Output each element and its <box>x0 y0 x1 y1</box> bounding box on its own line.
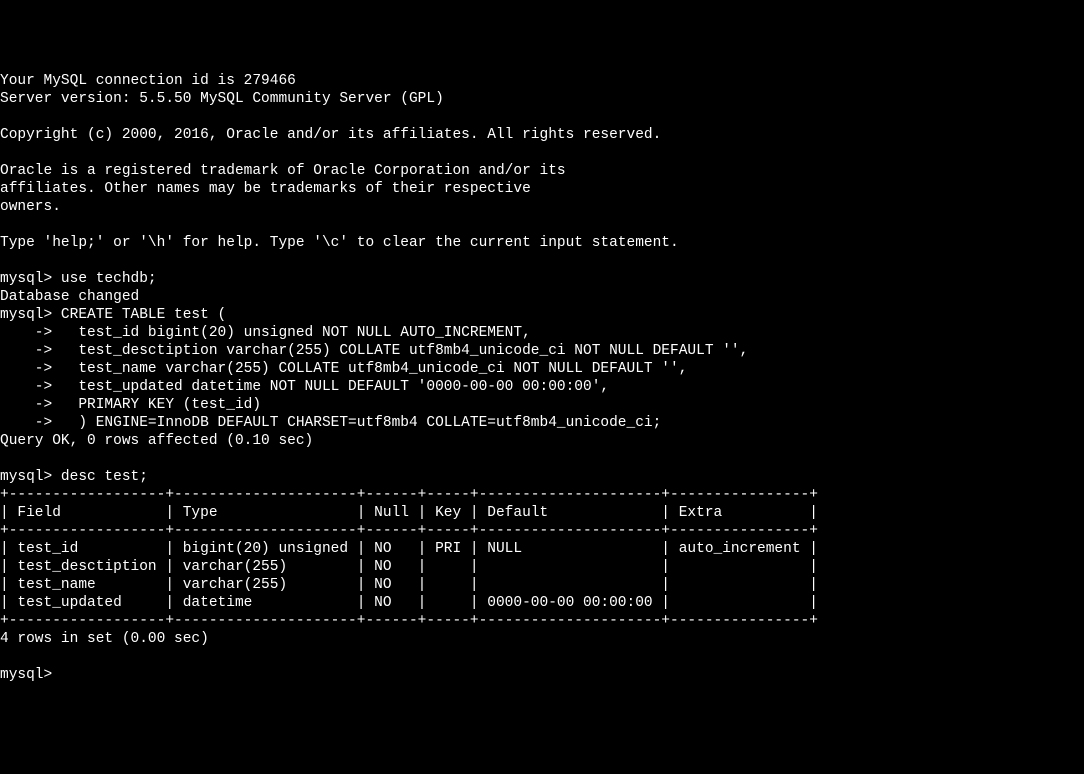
terminal-line: | Field | Type | Null | Key | Default | … <box>0 504 1084 522</box>
terminal-line: +------------------+--------------------… <box>0 522 1084 540</box>
terminal-line: mysql> <box>0 666 1084 684</box>
terminal-line: -> test_id bigint(20) unsigned NOT NULL … <box>0 324 1084 342</box>
terminal-line: +------------------+--------------------… <box>0 486 1084 504</box>
terminal-line: -> ) ENGINE=InnoDB DEFAULT CHARSET=utf8m… <box>0 414 1084 432</box>
terminal-line: Database changed <box>0 288 1084 306</box>
terminal-line: -> PRIMARY KEY (test_id) <box>0 396 1084 414</box>
terminal-line: Query OK, 0 rows affected (0.10 sec) <box>0 432 1084 450</box>
terminal-line: Type 'help;' or '\h' for help. Type '\c'… <box>0 234 1084 252</box>
terminal-line <box>0 252 1084 270</box>
terminal-line <box>0 216 1084 234</box>
terminal-line: -> test_name varchar(255) COLLATE utf8mb… <box>0 360 1084 378</box>
terminal-line <box>0 108 1084 126</box>
terminal-line: | test_updated | datetime | NO | | 0000-… <box>0 594 1084 612</box>
terminal-line <box>0 648 1084 666</box>
terminal-line: mysql> CREATE TABLE test ( <box>0 306 1084 324</box>
terminal-line: | test_id | bigint(20) unsigned | NO | P… <box>0 540 1084 558</box>
terminal-line <box>0 450 1084 468</box>
mysql-terminal[interactable]: Your MySQL connection id is 279466Server… <box>0 72 1084 684</box>
terminal-line: affiliates. Other names may be trademark… <box>0 180 1084 198</box>
terminal-line: owners. <box>0 198 1084 216</box>
terminal-line: Copyright (c) 2000, 2016, Oracle and/or … <box>0 126 1084 144</box>
terminal-line: mysql> use techdb; <box>0 270 1084 288</box>
terminal-line: 4 rows in set (0.00 sec) <box>0 630 1084 648</box>
terminal-line: Your MySQL connection id is 279466 <box>0 72 1084 90</box>
terminal-line: -> test_desctiption varchar(255) COLLATE… <box>0 342 1084 360</box>
terminal-line: mysql> desc test; <box>0 468 1084 486</box>
terminal-line: Server version: 5.5.50 MySQL Community S… <box>0 90 1084 108</box>
terminal-line: -> test_updated datetime NOT NULL DEFAUL… <box>0 378 1084 396</box>
terminal-line: Oracle is a registered trademark of Orac… <box>0 162 1084 180</box>
terminal-line <box>0 144 1084 162</box>
terminal-line: | test_desctiption | varchar(255) | NO |… <box>0 558 1084 576</box>
terminal-line: | test_name | varchar(255) | NO | | | | <box>0 576 1084 594</box>
terminal-line: +------------------+--------------------… <box>0 612 1084 630</box>
